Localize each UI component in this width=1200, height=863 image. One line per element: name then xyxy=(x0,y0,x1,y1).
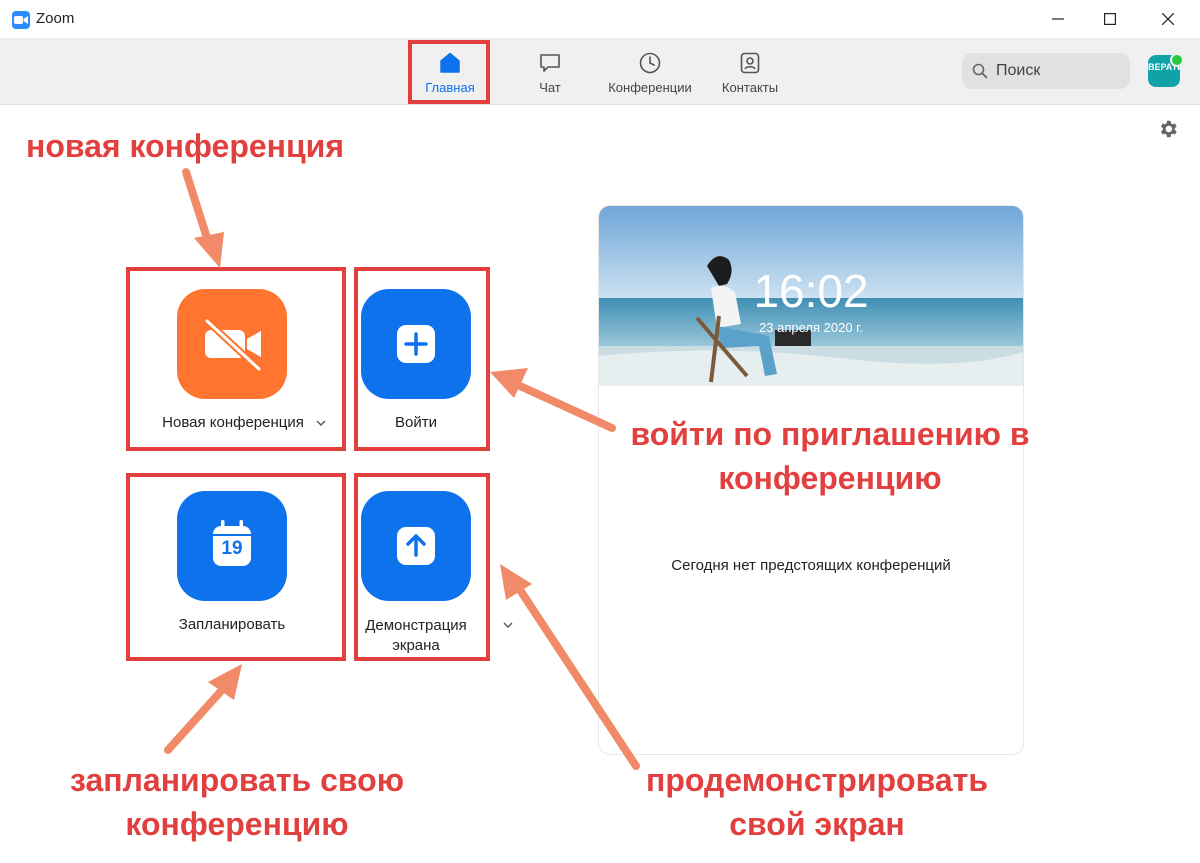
annotation-share: продемонстрировать свой экран xyxy=(632,758,1002,846)
annotation-schedule-line2: конференцию xyxy=(125,806,349,842)
annotation-schedule-line1: запланировать свою xyxy=(69,762,405,798)
arrow-head-new-meeting xyxy=(194,232,224,268)
annotation-schedule: запланировать свою конференцию xyxy=(62,758,412,846)
annotation-share-line2: свой экран xyxy=(729,806,905,842)
annotation-join: войти по приглашению в конференцию xyxy=(620,412,1040,500)
annotation-share-line1: продемонстрировать xyxy=(646,762,988,798)
annotation-join-line2: конференцию xyxy=(718,460,942,496)
annotation-new-meeting: новая конференция xyxy=(26,128,345,164)
annotation-join-line1: войти по приглашению в xyxy=(630,416,1030,452)
